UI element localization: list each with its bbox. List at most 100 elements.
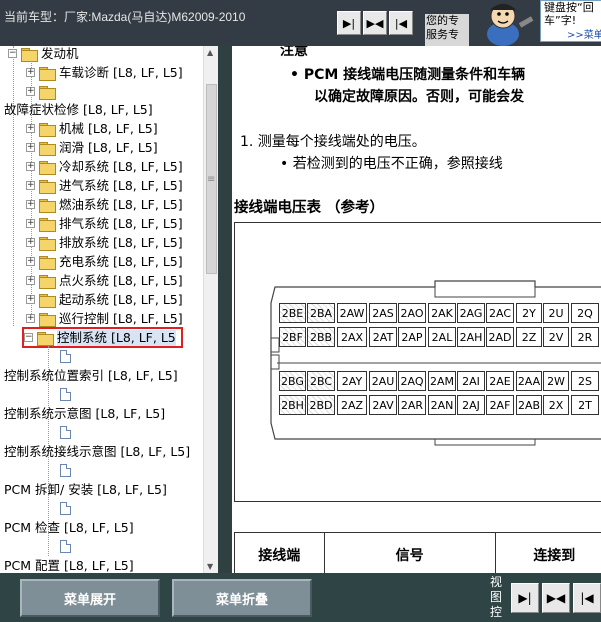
tree-item-ignition[interactable]: + 点火系统 [L8, LF, L5]: [26, 272, 183, 289]
connector-pin: 2AF: [486, 395, 514, 415]
view-next-button[interactable]: ▶|: [511, 583, 539, 613]
step-1: 1. 测量每个接线端处的电压。: [240, 134, 426, 150]
connector-pin: 2R: [571, 327, 599, 347]
bottom-bar: 菜单展开 菜单折叠 视图控 ▶| ▶◀ |◀: [0, 573, 601, 622]
expand-icon[interactable]: +: [26, 143, 35, 152]
pane-splitter[interactable]: [218, 46, 232, 573]
tree-item-pcm-inspection[interactable]: PCM 检查 [L8, LF, L5]: [4, 519, 134, 536]
view-control-buttons: ▶| ▶◀ |◀: [511, 583, 601, 613]
folder-icon: [39, 85, 56, 100]
tree-doc[interactable]: [60, 424, 71, 441]
tree-doc[interactable]: [60, 348, 71, 365]
folder-icon: [39, 122, 56, 137]
expand-icon[interactable]: +: [26, 87, 35, 96]
tree-item-symptom[interactable]: 故障症状检修 [L8, LF, L5]: [4, 101, 153, 118]
tree-item-exhaust[interactable]: + 排气系统 [L8, LF, L5]: [26, 215, 183, 232]
nav-next-button[interactable]: ▶|: [337, 11, 361, 35]
connector-pin: 2AN: [428, 395, 456, 415]
connector-pin: 2AP: [398, 327, 426, 347]
document-icon: [60, 502, 71, 515]
tree-item-cooling[interactable]: + 冷却系统 [L8, LF, L5]: [26, 158, 183, 175]
expand-icon[interactable]: +: [26, 200, 35, 209]
tree-doc[interactable]: [60, 386, 71, 403]
promo-bubble: 键盘按“回车”字! >>菜单: [540, 0, 601, 42]
expand-icon[interactable]: +: [26, 181, 35, 190]
voltage-table-title: 接线端电压表 （参考）: [234, 200, 385, 216]
promo-banner[interactable]: 您的专服务专 键盘按“回车”字! >>菜单: [425, 0, 601, 46]
document-icon: [60, 350, 71, 363]
tree-item-starting[interactable]: + 起动系统 [L8, LF, L5]: [26, 291, 183, 308]
connector-pin: 2AW: [337, 303, 367, 323]
promo-text: 您的专服务专: [425, 14, 469, 46]
tree-doc[interactable]: [60, 500, 71, 517]
collapse-icon[interactable]: −: [24, 333, 33, 342]
folder-icon: [39, 198, 56, 213]
connector-pin: 2W: [543, 371, 569, 391]
table-header-signal: 信号: [325, 533, 496, 573]
scroll-down-icon[interactable]: ▼: [207, 562, 213, 571]
folder-icon: [39, 217, 56, 232]
tree-item-location-index[interactable]: 控制系统位置索引 [L8, LF, L5]: [4, 367, 178, 384]
voltage-table: 接线端 信号 连接到: [234, 532, 601, 573]
connector-pin: 2Z: [516, 327, 542, 347]
top-bar: 当前车型：厂家:Mazda(马自达)M62009-2010 ▶| ▶◀ |◀ 您…: [0, 0, 601, 46]
expand-icon[interactable]: +: [26, 162, 35, 171]
tree-doc[interactable]: [60, 538, 71, 555]
connector-pin: 2AH: [457, 327, 485, 347]
expand-icon[interactable]: +: [26, 238, 35, 247]
view-split-button[interactable]: ▶◀: [542, 583, 570, 613]
tree-item-cruise[interactable]: + 巡行控制 [L8, LF, L5]: [26, 310, 183, 327]
connector-pin: 2AM: [428, 371, 456, 391]
document-icon: [60, 388, 71, 401]
expand-icon[interactable]: +: [26, 314, 35, 323]
tree-item-pcm-removal[interactable]: PCM 拆卸/ 安装 [L8, LF, L5]: [4, 481, 167, 498]
expand-icon[interactable]: +: [26, 257, 35, 266]
tree-item-pcm-config[interactable]: PCM 配置 [L8, LF, L5]: [4, 557, 134, 573]
nav-split-button[interactable]: ▶◀: [363, 11, 387, 35]
tree-item-mechanical[interactable]: + 机械 [L8, LF, L5]: [26, 120, 158, 137]
connector-outline: [270, 280, 601, 446]
tree-item-charging[interactable]: + 充电系统 [L8, LF, L5]: [26, 253, 183, 270]
expand-icon[interactable]: +: [26, 124, 35, 133]
folder-icon: [39, 293, 56, 308]
connector-pin: 2AX: [337, 327, 367, 347]
collapse-icon[interactable]: −: [8, 49, 17, 58]
connector-pin: 2BB: [307, 327, 335, 347]
tree-item-schematic[interactable]: 控制系统示意图 [L8, LF, L5]: [4, 405, 165, 422]
tree-item-emission[interactable]: + 排放系统 [L8, LF, L5]: [26, 234, 183, 251]
menu-more-link[interactable]: >>菜单: [567, 29, 601, 41]
menu-tree: − 发动机 + 车载诊断 [L8, LF, L5] + 故障症状检修 [L8, …: [0, 46, 203, 573]
connector-pin: 2BF: [279, 327, 306, 347]
tree-item-control-system[interactable]: − 控制系统 [L8, LF, L5: [22, 327, 183, 348]
scroll-up-icon[interactable]: ▲: [207, 48, 213, 57]
view-prev-button[interactable]: |◀: [573, 583, 601, 613]
note-title: 注意: [280, 46, 308, 59]
mascot-icon: [487, 3, 534, 46]
tree-doc[interactable]: [60, 462, 71, 479]
grip-icon: ≡: [207, 174, 216, 185]
nav-prev-button[interactable]: |◀: [389, 11, 413, 35]
tree-item-obd[interactable]: + 车载诊断 [L8, LF, L5]: [26, 64, 183, 81]
tree-item-folder[interactable]: +: [26, 83, 59, 100]
expand-icon[interactable]: +: [26, 295, 35, 304]
connector-pin: 2AB: [516, 395, 542, 415]
folder-icon: [39, 274, 56, 289]
expand-icon[interactable]: +: [26, 219, 35, 228]
expand-icon[interactable]: +: [26, 68, 35, 77]
connector-pin: 2U: [543, 303, 569, 323]
tree-item-lubrication[interactable]: + 润滑 [L8, LF, L5]: [26, 139, 158, 156]
folder-icon: [39, 236, 56, 251]
collapse-menu-button[interactable]: 菜单折叠: [172, 579, 312, 617]
connector-pin: 2BC: [307, 371, 335, 391]
folder-icon: [39, 160, 56, 175]
tree-item-engine[interactable]: − 发动机: [8, 46, 79, 62]
tree-scrollbar[interactable]: ▲ ≡ ▼: [203, 46, 218, 573]
expand-menu-button[interactable]: 菜单展开: [20, 579, 160, 617]
document-view: 注意 • PCM 接线端电压随测量条件和车辆 以确定故障原因。否则，可能会发 1…: [232, 46, 601, 573]
connector-pin: 2T: [571, 395, 599, 415]
expand-icon[interactable]: +: [26, 276, 35, 285]
tree-item-fuel[interactable]: + 燃油系统 [L8, LF, L5]: [26, 196, 183, 213]
promo-bubble-text: 键盘按“回车”字!: [544, 1, 594, 27]
tree-item-wiring-schematic[interactable]: 控制系统接线示意图 [L8, LF, L5]: [4, 443, 190, 460]
tree-item-intake[interactable]: + 进气系统 [L8, LF, L5]: [26, 177, 183, 194]
